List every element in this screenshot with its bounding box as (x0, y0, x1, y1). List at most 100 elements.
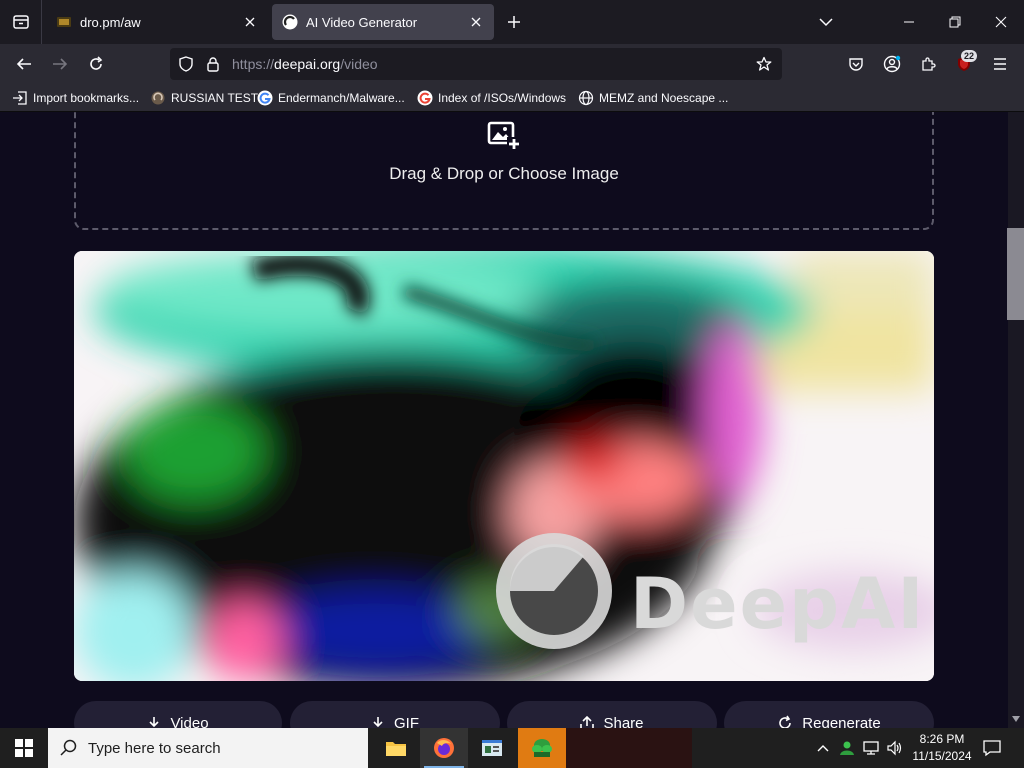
add-image-icon (487, 121, 521, 151)
generated-video-player[interactable]: DeepAI (74, 251, 934, 681)
tray-network[interactable] (860, 728, 882, 768)
start-button[interactable] (0, 728, 48, 768)
hamburger-menu-icon (994, 58, 1006, 70)
taskbar-search-box[interactable]: Type here to search (48, 728, 368, 768)
import-icon (13, 91, 27, 105)
google-icon (417, 90, 433, 106)
bookmark-endermanch-malware[interactable]: Endermanch/Malware... (257, 90, 405, 106)
tab-dro-pm[interactable]: dro.pm/aw (46, 4, 268, 40)
download-icon (373, 717, 383, 728)
arrow-left-icon (16, 58, 31, 70)
close-icon (245, 17, 255, 27)
star-icon[interactable] (756, 56, 772, 72)
windows-taskbar: Type here to search 8:26 PM 11/15/2024 (0, 728, 1024, 768)
notification-icon (983, 740, 1001, 757)
bookmark-import[interactable]: Import bookmarks... (12, 90, 139, 106)
app-window-icon (482, 740, 502, 756)
download-gif-button[interactable]: GIF (290, 701, 500, 728)
globe-icon (578, 90, 594, 106)
download-icon (149, 717, 160, 728)
back-button[interactable] (8, 48, 40, 80)
share-button[interactable]: Share (507, 701, 717, 728)
close-tab-button[interactable] (240, 12, 260, 32)
chevron-up-icon (817, 745, 829, 752)
google-icon (257, 90, 273, 106)
chevron-down-icon (819, 18, 833, 27)
user-status-icon (840, 741, 854, 755)
taskbar-file-explorer[interactable] (372, 728, 420, 768)
tray-user-app[interactable] (836, 728, 858, 768)
puzzle-icon (922, 57, 936, 71)
scroll-down-button[interactable] (1008, 712, 1024, 726)
clock-date: 11/15/2024 (912, 749, 972, 763)
url-path: /video (340, 56, 378, 72)
taskbar-clock[interactable]: 8:26 PM 11/15/2024 (912, 731, 972, 765)
account-button[interactable] (876, 48, 908, 80)
taskbar-app-window[interactable] (468, 728, 516, 768)
url-text[interactable]: https://deepai.org/video (232, 56, 378, 72)
reload-button[interactable] (80, 48, 112, 80)
shield-icon (151, 91, 165, 105)
tray-volume[interactable] (884, 728, 906, 768)
navigation-toolbar: https://deepai.org/video (0, 44, 1024, 84)
extensions-button[interactable] (912, 48, 944, 80)
plus-icon (508, 16, 520, 28)
app-menu-button[interactable] (984, 48, 1016, 80)
close-tab-button[interactable] (466, 12, 486, 32)
regenerate-button[interactable]: Regenerate (724, 701, 934, 728)
list-all-tabs-button[interactable] (0, 0, 42, 44)
close-icon (995, 16, 1007, 28)
bookmark-memz-noescape[interactable]: MEMZ and Noescape ... (578, 90, 728, 106)
button-label: Regenerate (802, 714, 881, 729)
bookmark-label: MEMZ and Noescape ... (599, 91, 729, 105)
url-host: deepai.org (274, 56, 341, 72)
share-icon (580, 716, 595, 728)
extension-badge-count: 22 (961, 50, 978, 62)
tree-app-icon (532, 739, 552, 757)
arrow-right-icon (53, 58, 68, 70)
tab-list-icon (12, 15, 29, 29)
tab-overflow-button[interactable] (803, 0, 849, 44)
new-tab-button[interactable] (502, 10, 526, 34)
dropzone-label: Drag & Drop or Choose Image (389, 164, 619, 183)
clock-time: 8:26 PM (919, 732, 965, 746)
tab-ai-video-generator[interactable]: AI Video Generator (272, 4, 494, 40)
bookmark-label: Index of /ISOs/Windows (438, 91, 567, 105)
bookmark-label: Import bookmarks... (33, 91, 140, 105)
page-scrollbar[interactable] (1008, 112, 1024, 728)
pocket-icon (849, 58, 863, 71)
folder-icon (386, 742, 406, 756)
taskbar-tree-app[interactable] (518, 728, 566, 768)
bookmark-russian-test[interactable]: RUSSIAN TEST (150, 90, 258, 106)
bookmark-index-of-isos[interactable]: Index of /ISOs/Windows (417, 90, 566, 106)
notification-center-button[interactable] (980, 728, 1004, 768)
minimize-icon (904, 21, 914, 23)
lock-icon[interactable] (206, 56, 220, 72)
search-placeholder: Type here to search (88, 739, 221, 757)
restore-button[interactable] (932, 0, 978, 44)
tracking-shield-icon[interactable] (178, 56, 194, 72)
tab-strip: dro.pm/aw AI Video Generator (0, 0, 1024, 44)
taskbar-media-preview (566, 728, 692, 768)
refresh-icon (779, 715, 792, 728)
account-icon (883, 55, 901, 73)
url-scheme: https:// (232, 56, 275, 72)
deepai-watermark: DeepAI (630, 563, 926, 645)
minimize-button[interactable] (886, 0, 932, 44)
image-dropzone[interactable]: Drag & Drop or Choose Image (74, 112, 934, 230)
taskbar-firefox[interactable] (420, 728, 468, 768)
dropm-favicon-icon (57, 17, 71, 27)
search-icon (60, 739, 77, 756)
download-video-button[interactable]: Video (74, 701, 282, 728)
forward-button[interactable] (44, 48, 76, 80)
bookmarks-toolbar: Import bookmarks... RUSSIAN TEST Enderma… (0, 84, 1024, 112)
close-window-button[interactable] (978, 0, 1024, 44)
pocket-button[interactable] (840, 48, 872, 80)
show-hidden-icons-button[interactable] (812, 728, 834, 768)
url-bar[interactable]: https://deepai.org/video (170, 48, 782, 80)
firefox-icon (434, 738, 454, 758)
scrollbar-thumb[interactable] (1007, 228, 1024, 320)
reload-icon (90, 56, 103, 70)
chevron-down-icon (1012, 716, 1020, 722)
deepai-favicon-icon (282, 14, 298, 30)
